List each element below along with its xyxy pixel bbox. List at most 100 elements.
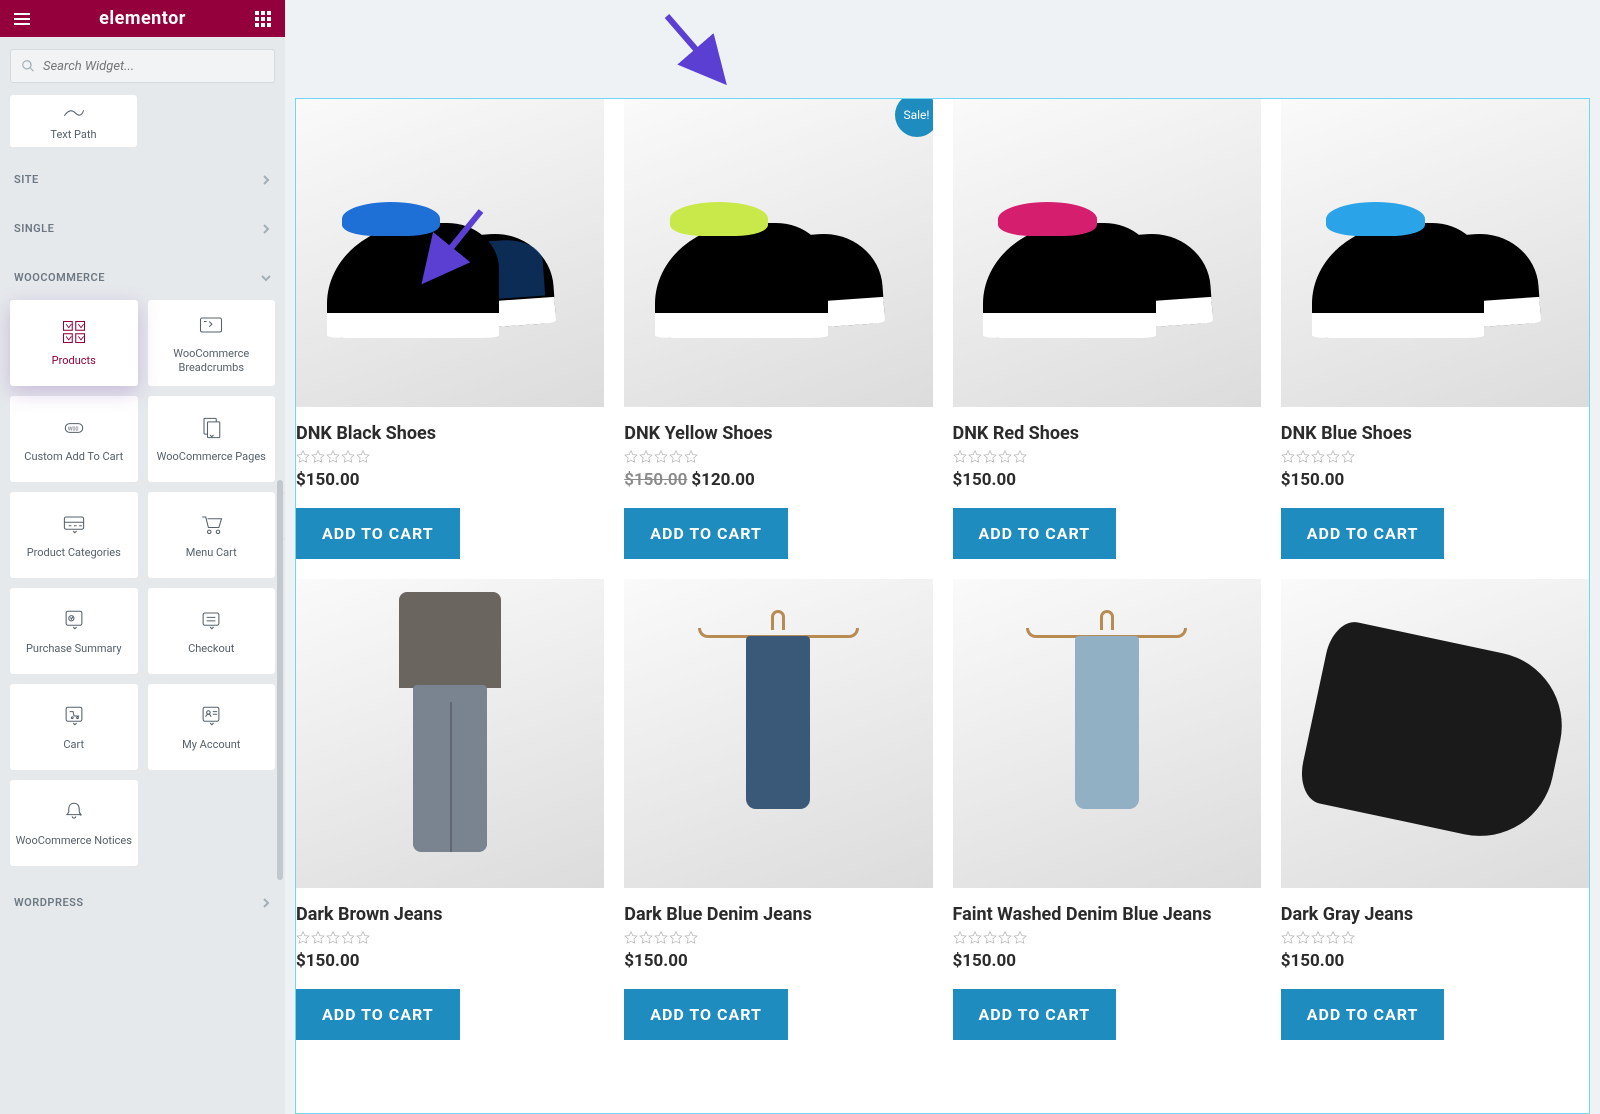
widget-label: WooCommerce Notices (12, 834, 136, 848)
rating-stars (953, 450, 1261, 464)
rating-stars (624, 931, 932, 945)
menu-icon[interactable] (14, 13, 30, 25)
product-card: Sale! DNK Yellow Shoes $150.00$120.00 ADD T… (624, 99, 932, 559)
chevron-right-icon (261, 898, 271, 908)
product-image[interactable] (953, 99, 1261, 407)
add-to-cart-button[interactable]: ADD TO CART (953, 989, 1117, 1040)
widget-wc-pages[interactable]: WooCommerce Pages (148, 396, 276, 482)
chevron-down-icon (261, 273, 271, 283)
widget-label: WooCommerce Pages (153, 450, 270, 464)
chevron-right-icon (261, 224, 271, 234)
my-account-icon (197, 702, 225, 730)
add-to-cart-button[interactable]: ADD TO CART (624, 508, 788, 559)
product-card: DNK Blue Shoes$150.00ADD TO CART (1281, 99, 1589, 559)
search-icon (21, 59, 35, 73)
product-title[interactable]: DNK Blue Shoes (1281, 423, 1589, 444)
product-price: $150.00$120.00 (624, 470, 932, 490)
product-price: $150.00 (953, 470, 1261, 490)
widget-label: Checkout (184, 642, 238, 656)
product-image[interactable]: Sale! (624, 99, 932, 407)
add-to-cart-button[interactable]: ADD TO CART (296, 989, 460, 1040)
custom-add-icon: W00 (60, 414, 88, 442)
widget-custom-add[interactable]: W00Custom Add To Cart (10, 396, 138, 482)
add-to-cart-button[interactable]: ADD TO CART (296, 508, 460, 559)
widget-product-categories[interactable]: Product Categories (10, 492, 138, 578)
product-card: Dark Brown Jeans $150.00 ADD TO CART (296, 579, 604, 1039)
widget-wc-notices[interactable]: WooCommerce Notices (10, 780, 138, 866)
section-label: WORDPRESS (14, 896, 84, 909)
elementor-sidebar: elementor Text Path SITE SINGLE (0, 0, 285, 1114)
product-title[interactable]: DNK Yellow Shoes (624, 423, 932, 444)
product-title[interactable]: Dark Blue Denim Jeans (624, 904, 932, 925)
product-title[interactable]: DNK Black Shoes (296, 423, 604, 444)
products-icon (60, 318, 88, 346)
widget-menu-cart[interactable]: Menu Cart (148, 492, 276, 578)
widget-label: Text Path (50, 128, 96, 141)
product-image[interactable] (624, 579, 932, 887)
menu-cart-icon (197, 510, 225, 538)
widget-label: Purchase Summary (22, 642, 126, 656)
section-single[interactable]: SINGLE (10, 202, 275, 251)
text-path-icon (63, 102, 85, 124)
product-card: Dark Blue Denim Jeans $150.00 ADD TO CART (624, 579, 932, 1039)
breadcrumbs-icon (197, 311, 225, 339)
product-price: $150.00 (1281, 951, 1589, 971)
product-price: $150.00 (953, 951, 1261, 971)
apps-icon[interactable] (255, 11, 271, 27)
logo: elementor (99, 8, 186, 29)
product-price: $150.00 (624, 951, 932, 971)
widget-products[interactable]: Products (10, 300, 138, 386)
product-image[interactable] (296, 579, 604, 887)
product-image[interactable] (953, 579, 1261, 887)
sidebar-scrollbar[interactable] (277, 480, 283, 880)
chevron-right-icon (261, 175, 271, 185)
add-to-cart-button[interactable]: ADD TO CART (624, 989, 788, 1040)
section-label: SINGLE (14, 222, 54, 235)
rating-stars (296, 450, 604, 464)
rating-stars (296, 931, 604, 945)
search-widget-box[interactable] (10, 49, 275, 83)
product-card: Faint Washed Denim Blue Jeans $150.00 ADD … (953, 579, 1261, 1039)
product-title[interactable]: Dark Gray Jeans (1281, 904, 1589, 925)
search-input[interactable] (43, 59, 264, 74)
section-site[interactable]: SITE (10, 153, 275, 202)
add-to-cart-button[interactable]: ADD TO CART (953, 508, 1117, 559)
product-price: $150.00 (296, 470, 604, 490)
add-to-cart-button[interactable]: ADD TO CART (1281, 508, 1445, 559)
widget-label: WooCommerce Breadcrumbs (148, 347, 276, 376)
product-image[interactable] (1281, 99, 1589, 407)
product-title[interactable]: Dark Brown Jeans (296, 904, 604, 925)
product-card: DNK Red Shoes $150.00 ADD TO CART (953, 99, 1261, 559)
rating-stars (624, 450, 932, 464)
product-image[interactable] (1281, 579, 1589, 887)
widget-breadcrumbs[interactable]: WooCommerce Breadcrumbs (148, 300, 276, 386)
wc-notices-icon (60, 798, 88, 826)
svg-text:W00: W00 (68, 426, 79, 432)
sale-badge: Sale! (895, 99, 933, 137)
rating-stars (1281, 931, 1589, 945)
cart-icon (60, 702, 88, 730)
editor-canvas: DNK Black Shoes $150.00 ADD TO CART Sale! DN… (285, 0, 1600, 1114)
rating-stars (1281, 450, 1589, 464)
product-card: Dark Gray Jeans $150.00 ADD TO CART (1281, 579, 1589, 1039)
widget-purchase-summary[interactable]: Purchase Summary (10, 588, 138, 674)
product-categories-icon (60, 510, 88, 538)
section-wordpress[interactable]: WORDPRESS (10, 876, 275, 925)
widget-my-account[interactable]: My Account (148, 684, 276, 770)
checkout-icon (197, 606, 225, 634)
product-price: $150.00 (296, 951, 604, 971)
add-to-cart-button[interactable]: ADD TO CART (1281, 989, 1445, 1040)
widget-label: Cart (59, 738, 88, 752)
sidebar-header: elementor (0, 0, 285, 37)
widget-cart[interactable]: Cart (10, 684, 138, 770)
rating-stars (953, 931, 1261, 945)
section-woocommerce[interactable]: WOOCOMMERCE (10, 251, 275, 300)
purchase-summary-icon (60, 606, 88, 634)
widget-label: Product Categories (23, 546, 125, 560)
product-title[interactable]: Faint Washed Denim Blue Jeans (953, 904, 1261, 925)
widget-checkout[interactable]: Checkout (148, 588, 276, 674)
product-title[interactable]: DNK Red Shoes (953, 423, 1261, 444)
wc-pages-icon (197, 414, 225, 442)
widget-text-path[interactable]: Text Path (10, 95, 137, 147)
section-label: WOOCOMMERCE (14, 271, 105, 284)
